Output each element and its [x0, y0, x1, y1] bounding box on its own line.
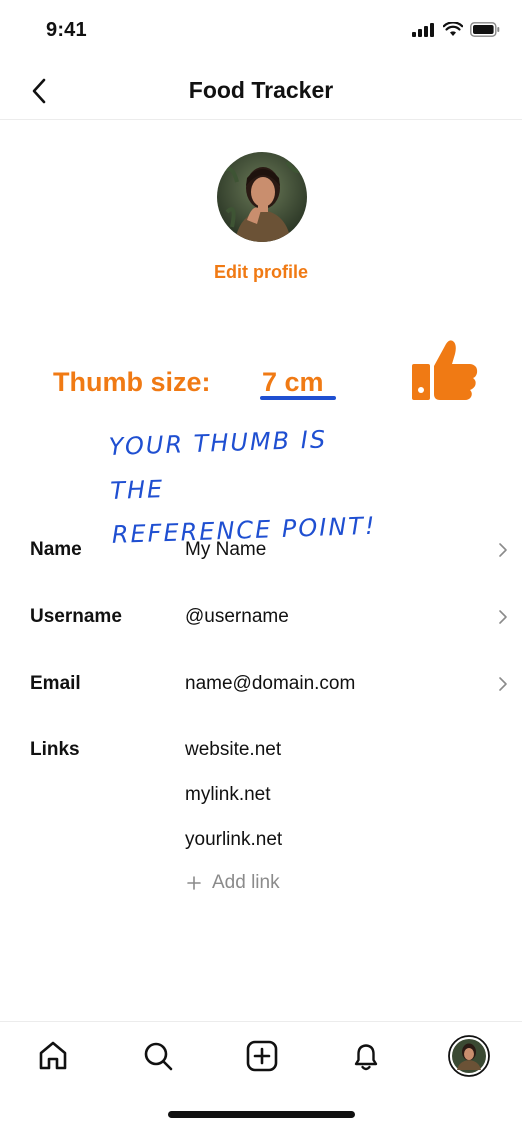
username-label: Username — [30, 606, 122, 627]
home-icon — [39, 1041, 67, 1070]
username-value: @username — [185, 606, 289, 627]
email-label: Email — [30, 673, 81, 694]
bell-icon — [354, 1044, 378, 1071]
edit-profile-link[interactable]: Edit profile — [0, 262, 522, 283]
battery-icon — [470, 22, 500, 37]
links-label: Links — [30, 739, 80, 760]
handwritten-note-line-1: YOUR THUMB IS THE — [108, 425, 328, 505]
plus-icon — [187, 876, 201, 890]
chevron-right-icon — [499, 677, 507, 691]
thumbs-up-icon — [412, 340, 478, 400]
cellular-signal-icon — [412, 22, 434, 37]
add-square-icon — [246, 1040, 278, 1072]
chevron-right-icon — [499, 543, 507, 557]
link-item[interactable]: website.net — [185, 739, 281, 761]
profile-screen: 9:41 Food Tracker Edit profile Thumb siz… — [0, 0, 522, 1131]
wifi-icon — [443, 22, 463, 36]
app-header: Food Tracker — [0, 62, 522, 120]
link-item[interactable]: mylink.net — [185, 784, 271, 806]
name-value: My Name — [185, 539, 267, 560]
status-time: 9:41 — [46, 19, 87, 41]
avatar-photo — [217, 152, 307, 242]
thumb-size-value: 7 cm — [262, 367, 324, 397]
chevron-right-icon — [499, 610, 507, 624]
nav-search[interactable] — [140, 1038, 176, 1074]
nav-add[interactable] — [244, 1038, 280, 1074]
profile-avatar-icon — [448, 1035, 490, 1077]
search-icon — [144, 1042, 173, 1071]
thumb-value-underline — [260, 396, 336, 400]
nav-notifications[interactable] — [348, 1038, 384, 1074]
nav-home[interactable] — [35, 1038, 71, 1074]
thumb-size-label: Thumb size: — [53, 367, 211, 397]
home-indicator — [168, 1111, 355, 1118]
add-link-button[interactable]: Add link — [186, 872, 280, 894]
add-link-label: Add link — [212, 872, 280, 893]
link-item[interactable]: yourlink.net — [185, 829, 282, 851]
status-icons — [412, 22, 500, 37]
profile-avatar[interactable] — [217, 152, 307, 242]
email-value: name@domain.com — [185, 673, 356, 694]
handwritten-note: YOUR THUMB IS THE REFERENCE POINT! — [108, 415, 392, 557]
page-title: Food Tracker — [188, 77, 334, 103]
name-label: Name — [30, 539, 82, 560]
nav-profile[interactable] — [448, 1035, 490, 1077]
